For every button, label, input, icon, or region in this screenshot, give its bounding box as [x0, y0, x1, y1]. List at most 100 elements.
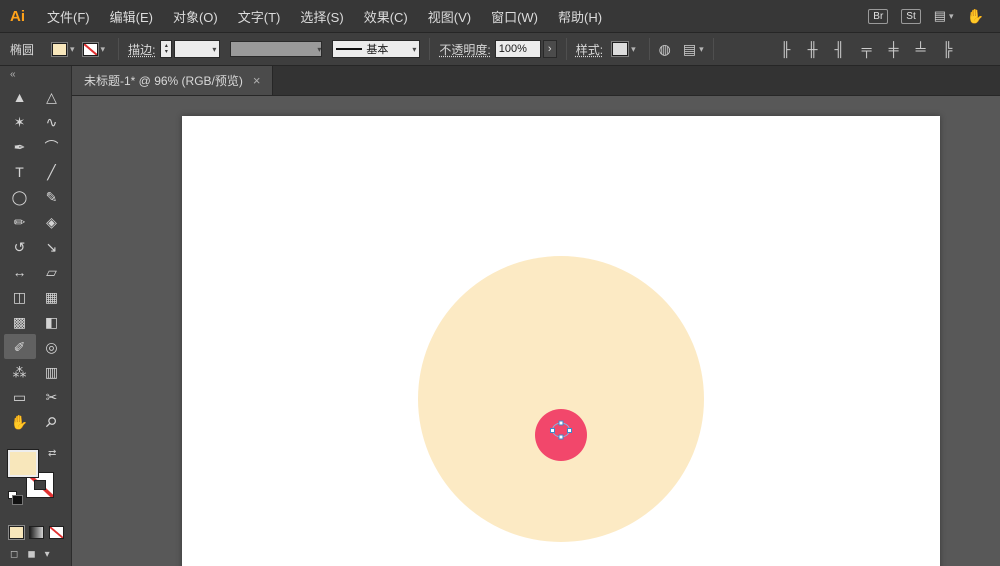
style-dropdown[interactable]: ▾ [607, 42, 636, 56]
color-mode-group [9, 526, 71, 539]
menu-item-edit[interactable]: 编辑(E) [100, 7, 163, 26]
color-mode-button[interactable] [9, 526, 24, 539]
anchor-point[interactable] [550, 428, 555, 433]
blend-tool[interactable]: ◎ [36, 334, 68, 359]
document-area: 未标题-1* @ 96% (RGB/预览) × [72, 66, 1000, 566]
pencil-tool[interactable]: ✏ [4, 209, 36, 234]
artboard-tool[interactable]: ▭ [4, 384, 36, 409]
anchor-point[interactable] [559, 421, 564, 426]
menu-item-window[interactable]: 窗口(W) [481, 7, 548, 26]
chevron-down-icon: ▾ [412, 45, 416, 54]
swap-fill-stroke-icon[interactable]: ⇄ [48, 448, 56, 459]
symbol-sprayer-tool[interactable]: ⁂ [4, 359, 36, 384]
anchor-point[interactable] [559, 435, 564, 440]
collapse-toolbar-button[interactable]: « [0, 66, 71, 84]
eraser-tool[interactable]: ◈ [36, 209, 68, 234]
line-segment-tool[interactable]: ╱ [36, 159, 68, 184]
width-profile-dropdown[interactable]: ▾ [230, 41, 322, 57]
fill-stroke-indicator: ⇄ [8, 450, 62, 502]
anchor-point[interactable] [567, 428, 572, 433]
canvas-area[interactable] [72, 96, 1000, 566]
type-tool[interactable]: T [4, 159, 36, 184]
gradient-mode-button[interactable] [29, 526, 44, 539]
chevron-down-icon: ▾ [699, 44, 704, 55]
recolor-artwork-button[interactable]: ◍ [659, 41, 671, 58]
draw-normal-mode-icon[interactable]: ◻ [10, 549, 18, 560]
document-icon: ▤ [683, 41, 696, 58]
pen-tool[interactable]: ✒ [4, 134, 36, 159]
selected-anchor-points[interactable] [552, 423, 570, 438]
hand-tool[interactable]: ✋ [4, 409, 36, 434]
zoom-tool[interactable]: ⚲ [36, 409, 68, 434]
lasso-tool[interactable]: ∿ [36, 109, 68, 134]
stroke-width-stepper[interactable]: ▴ ▾ [160, 40, 172, 58]
perspective-grid-tool[interactable]: ▦ [36, 284, 68, 309]
selection-tool[interactable]: ▲ [4, 84, 36, 109]
align-vertical-top-icon[interactable]: ╤ [860, 41, 874, 57]
opacity-expand-button[interactable]: › [543, 40, 557, 58]
stroke-width-combo[interactable]: ▾ [174, 40, 220, 58]
ellipse-tool[interactable]: ◯ [4, 184, 36, 209]
align-vertical-bottom-icon[interactable]: ╧ [914, 41, 928, 57]
free-transform-tool[interactable]: ▱ [36, 259, 68, 284]
slice-tool[interactable]: ✂ [36, 384, 68, 409]
curvature-tool[interactable]: ⌒ [36, 134, 68, 159]
shape-builder-tool[interactable]: ◫ [4, 284, 36, 309]
workspace-switcher-button[interactable]: ▤ ▾ [934, 8, 954, 24]
menu-item-type[interactable]: 文字(T) [228, 7, 291, 26]
hand-gesture-icon[interactable]: ✋ [967, 8, 984, 25]
separator [118, 38, 119, 60]
brush-style-label: 基本 [366, 41, 388, 57]
document-tab[interactable]: 未标题-1* @ 96% (RGB/预览) × [72, 66, 273, 95]
paintbrush-tool[interactable]: ✎ [36, 184, 68, 209]
mesh-tool[interactable]: ▩ [4, 309, 36, 334]
menu-item-object[interactable]: 对象(O) [163, 7, 228, 26]
brush-definition-dropdown[interactable]: 基本 ▾ [332, 40, 420, 58]
menu-item-file[interactable]: 文件(F) [37, 7, 100, 26]
stroke-label[interactable]: 描边: [128, 41, 155, 58]
rotate-tool[interactable]: ↺ [4, 234, 36, 259]
align-horizontal-right-icon[interactable]: ╢ [833, 41, 847, 57]
width-tool[interactable]: ↔ [4, 259, 36, 284]
eyedropper-tool[interactable]: ✐ [4, 334, 36, 359]
chevron-down-icon: ▾ [631, 44, 636, 55]
draw-mode-group: ◻ ◼ ▾ [10, 549, 71, 560]
none-mode-button[interactable] [49, 526, 64, 539]
align-horizontal-left-icon[interactable]: ╟ [779, 41, 793, 57]
style-label[interactable]: 样式: [576, 41, 603, 58]
globe-icon: ◍ [659, 41, 671, 58]
magic-wand-tool[interactable]: ✶ [4, 109, 36, 134]
opacity-input[interactable] [495, 40, 541, 58]
document-tab-bar: 未标题-1* @ 96% (RGB/预览) × [72, 66, 1000, 96]
gradient-tool[interactable]: ◧ [36, 309, 68, 334]
scale-tool[interactable]: ↘ [36, 234, 68, 259]
cream-circle-shape[interactable] [418, 256, 704, 542]
draw-behind-mode-icon[interactable]: ◼ [27, 549, 35, 560]
close-tab-icon[interactable]: × [253, 73, 261, 88]
column-graph-tool-icon: ▥ [45, 365, 58, 379]
rotate-tool-icon: ↺ [14, 240, 26, 254]
app-logo: Ai [10, 8, 25, 25]
distribute-icon[interactable]: ╠ [941, 41, 955, 57]
stroke-color-dropdown[interactable]: ▾ [83, 43, 106, 56]
hand-tool-icon: ✋ [11, 415, 28, 429]
eyedropper-tool-icon: ✐ [14, 340, 26, 354]
fill-swatch[interactable] [8, 450, 38, 477]
align-horizontal-center-icon[interactable]: ╫ [806, 41, 820, 57]
menu-item-select[interactable]: 选择(S) [290, 7, 353, 26]
document-setup-button[interactable]: ▤ ▾ [683, 41, 704, 58]
bridge-button[interactable]: Br [868, 9, 888, 24]
menu-item-view[interactable]: 视图(V) [418, 7, 481, 26]
default-fill-stroke-icon[interactable] [8, 491, 17, 499]
column-graph-tool[interactable]: ▥ [36, 359, 68, 384]
direct-selection-tool[interactable]: △ [36, 84, 68, 109]
fill-color-dropdown[interactable]: ▾ [52, 43, 75, 56]
menu-item-help[interactable]: 帮助(H) [548, 7, 612, 26]
align-vertical-center-icon[interactable]: ╪ [887, 41, 901, 57]
menu-item-effect[interactable]: 效果(C) [354, 7, 418, 26]
fill-color-swatch-icon [52, 43, 67, 56]
opacity-label[interactable]: 不透明度: [439, 41, 490, 58]
stock-button[interactable]: St [901, 9, 920, 24]
screen-mode-icon[interactable]: ▾ [45, 549, 50, 560]
illustrator-app: Ai 文件(F) 编辑(E) 对象(O) 文字(T) 选择(S) 效果(C) 视… [0, 0, 1000, 566]
